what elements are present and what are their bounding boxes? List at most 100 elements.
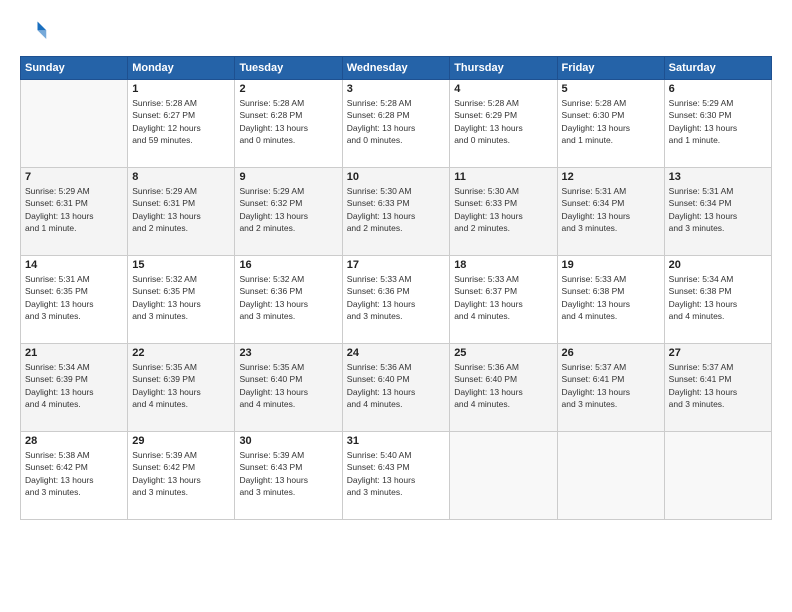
day-detail: Sunrise: 5:37 AM Sunset: 6:41 PM Dayligh… <box>669 361 767 410</box>
day-detail: Sunrise: 5:31 AM Sunset: 6:35 PM Dayligh… <box>25 273 123 322</box>
day-detail: Sunrise: 5:34 AM Sunset: 6:38 PM Dayligh… <box>669 273 767 322</box>
day-detail: Sunrise: 5:28 AM Sunset: 6:29 PM Dayligh… <box>454 97 552 146</box>
day-detail: Sunrise: 5:30 AM Sunset: 6:33 PM Dayligh… <box>347 185 445 234</box>
calendar-cell: 6 Sunrise: 5:29 AM Sunset: 6:30 PM Daylig… <box>664 80 771 168</box>
day-number: 19 <box>562 259 660 271</box>
day-number: 23 <box>239 347 337 359</box>
calendar-cell: 22 Sunrise: 5:35 AM Sunset: 6:39 PM Dayli… <box>128 344 235 432</box>
day-detail: Sunrise: 5:33 AM Sunset: 6:37 PM Dayligh… <box>454 273 552 322</box>
logo <box>20 18 52 46</box>
day-detail: Sunrise: 5:38 AM Sunset: 6:42 PM Dayligh… <box>25 449 123 498</box>
calendar-cell: 14 Sunrise: 5:31 AM Sunset: 6:35 PM Dayli… <box>21 256 128 344</box>
calendar-cell: 8 Sunrise: 5:29 AM Sunset: 6:31 PM Daylig… <box>128 168 235 256</box>
day-number: 2 <box>239 83 337 95</box>
day-number: 22 <box>132 347 230 359</box>
calendar-cell: 19 Sunrise: 5:33 AM Sunset: 6:38 PM Dayli… <box>557 256 664 344</box>
calendar-cell: 5Sunrise: 5:28 AM Sunset: 6:30 PM Daylig… <box>557 80 664 168</box>
calendar-cell: 15 Sunrise: 5:32 AM Sunset: 6:35 PM Dayli… <box>128 256 235 344</box>
day-number: 20 <box>669 259 767 271</box>
day-detail: Sunrise: 5:31 AM Sunset: 6:34 PM Dayligh… <box>562 185 660 234</box>
day-detail: Sunrise: 5:32 AM Sunset: 6:35 PM Dayligh… <box>132 273 230 322</box>
calendar-cell <box>557 432 664 520</box>
day-detail: Sunrise: 5:32 AM Sunset: 6:36 PM Dayligh… <box>239 273 337 322</box>
calendar-cell: 24Sunrise: 5:36 AM Sunset: 6:40 PM Dayli… <box>342 344 449 432</box>
calendar-table: SundayMondayTuesdayWednesdayThursdayFrid… <box>20 56 772 520</box>
day-detail: Sunrise: 5:28 AM Sunset: 6:27 PM Dayligh… <box>132 97 230 146</box>
logo-icon <box>20 18 48 46</box>
day-number: 21 <box>25 347 123 359</box>
header <box>20 18 772 46</box>
day-number: 26 <box>562 347 660 359</box>
calendar-cell: 23 Sunrise: 5:35 AM Sunset: 6:40 PM Dayli… <box>235 344 342 432</box>
day-number: 1 <box>132 83 230 95</box>
calendar-week-row: 7 Sunrise: 5:29 AM Sunset: 6:31 PM Daylig… <box>21 168 772 256</box>
calendar-cell: 18 Sunrise: 5:33 AM Sunset: 6:37 PM Dayli… <box>450 256 557 344</box>
day-number: 24 <box>347 347 445 359</box>
day-detail: Sunrise: 5:28 AM Sunset: 6:28 PM Dayligh… <box>239 97 337 146</box>
day-number: 17 <box>347 259 445 271</box>
calendar-cell: 4 Sunrise: 5:28 AM Sunset: 6:29 PM Daylig… <box>450 80 557 168</box>
calendar-cell: 1 Sunrise: 5:28 AM Sunset: 6:27 PM Daylig… <box>128 80 235 168</box>
calendar-header-thursday: Thursday <box>450 57 557 80</box>
day-detail: Sunrise: 5:34 AM Sunset: 6:39 PM Dayligh… <box>25 361 123 410</box>
calendar-cell <box>664 432 771 520</box>
calendar-cell: 29Sunrise: 5:39 AM Sunset: 6:42 PM Dayli… <box>128 432 235 520</box>
day-number: 29 <box>132 435 230 447</box>
day-detail: Sunrise: 5:37 AM Sunset: 6:41 PM Dayligh… <box>562 361 660 410</box>
day-detail: Sunrise: 5:40 AM Sunset: 6:43 PM Dayligh… <box>347 449 445 498</box>
calendar-cell: 10 Sunrise: 5:30 AM Sunset: 6:33 PM Dayli… <box>342 168 449 256</box>
day-detail: Sunrise: 5:35 AM Sunset: 6:40 PM Dayligh… <box>239 361 337 410</box>
calendar-week-row: 14 Sunrise: 5:31 AM Sunset: 6:35 PM Dayli… <box>21 256 772 344</box>
day-number: 5 <box>562 83 660 95</box>
calendar-header-saturday: Saturday <box>664 57 771 80</box>
calendar-cell: 27 Sunrise: 5:37 AM Sunset: 6:41 PM Dayli… <box>664 344 771 432</box>
calendar-week-row: 28 Sunrise: 5:38 AM Sunset: 6:42 PM Dayli… <box>21 432 772 520</box>
calendar-cell: 3Sunrise: 5:28 AM Sunset: 6:28 PM Daylig… <box>342 80 449 168</box>
day-number: 10 <box>347 171 445 183</box>
day-number: 16 <box>239 259 337 271</box>
day-detail: Sunrise: 5:29 AM Sunset: 6:31 PM Dayligh… <box>132 185 230 234</box>
day-detail: Sunrise: 5:29 AM Sunset: 6:31 PM Dayligh… <box>25 185 123 234</box>
day-detail: Sunrise: 5:33 AM Sunset: 6:38 PM Dayligh… <box>562 273 660 322</box>
calendar-cell: 17 Sunrise: 5:33 AM Sunset: 6:36 PM Dayli… <box>342 256 449 344</box>
calendar-cell: 7 Sunrise: 5:29 AM Sunset: 6:31 PM Daylig… <box>21 168 128 256</box>
page: SundayMondayTuesdayWednesdayThursdayFrid… <box>0 0 792 612</box>
calendar-cell: 13Sunrise: 5:31 AM Sunset: 6:34 PM Dayli… <box>664 168 771 256</box>
day-number: 14 <box>25 259 123 271</box>
calendar-cell <box>21 80 128 168</box>
day-detail: Sunrise: 5:29 AM Sunset: 6:32 PM Dayligh… <box>239 185 337 234</box>
day-number: 15 <box>132 259 230 271</box>
calendar-cell: 21 Sunrise: 5:34 AM Sunset: 6:39 PM Dayli… <box>21 344 128 432</box>
calendar-week-row: 1 Sunrise: 5:28 AM Sunset: 6:27 PM Daylig… <box>21 80 772 168</box>
day-number: 12 <box>562 171 660 183</box>
day-number: 27 <box>669 347 767 359</box>
day-number: 30 <box>239 435 337 447</box>
calendar-cell: 12 Sunrise: 5:31 AM Sunset: 6:34 PM Dayli… <box>557 168 664 256</box>
day-number: 28 <box>25 435 123 447</box>
day-number: 9 <box>239 171 337 183</box>
day-number: 7 <box>25 171 123 183</box>
calendar-cell: 16 Sunrise: 5:32 AM Sunset: 6:36 PM Dayli… <box>235 256 342 344</box>
day-number: 25 <box>454 347 552 359</box>
day-detail: Sunrise: 5:33 AM Sunset: 6:36 PM Dayligh… <box>347 273 445 322</box>
day-number: 18 <box>454 259 552 271</box>
calendar-cell: 11 Sunrise: 5:30 AM Sunset: 6:33 PM Dayli… <box>450 168 557 256</box>
calendar-cell: 30 Sunrise: 5:39 AM Sunset: 6:43 PM Dayli… <box>235 432 342 520</box>
day-number: 4 <box>454 83 552 95</box>
calendar-cell: 31 Sunrise: 5:40 AM Sunset: 6:43 PM Dayli… <box>342 432 449 520</box>
day-number: 11 <box>454 171 552 183</box>
day-detail: Sunrise: 5:39 AM Sunset: 6:43 PM Dayligh… <box>239 449 337 498</box>
day-detail: Sunrise: 5:35 AM Sunset: 6:39 PM Dayligh… <box>132 361 230 410</box>
calendar-cell: 25 Sunrise: 5:36 AM Sunset: 6:40 PM Dayli… <box>450 344 557 432</box>
day-detail: Sunrise: 5:31 AM Sunset: 6:34 PM Dayligh… <box>669 185 767 234</box>
day-number: 31 <box>347 435 445 447</box>
day-detail: Sunrise: 5:36 AM Sunset: 6:40 PM Dayligh… <box>454 361 552 410</box>
calendar-header-monday: Monday <box>128 57 235 80</box>
day-number: 3 <box>347 83 445 95</box>
calendar-header-tuesday: Tuesday <box>235 57 342 80</box>
calendar-header-friday: Friday <box>557 57 664 80</box>
day-detail: Sunrise: 5:30 AM Sunset: 6:33 PM Dayligh… <box>454 185 552 234</box>
day-detail: Sunrise: 5:29 AM Sunset: 6:30 PM Dayligh… <box>669 97 767 146</box>
day-number: 8 <box>132 171 230 183</box>
day-number: 6 <box>669 83 767 95</box>
